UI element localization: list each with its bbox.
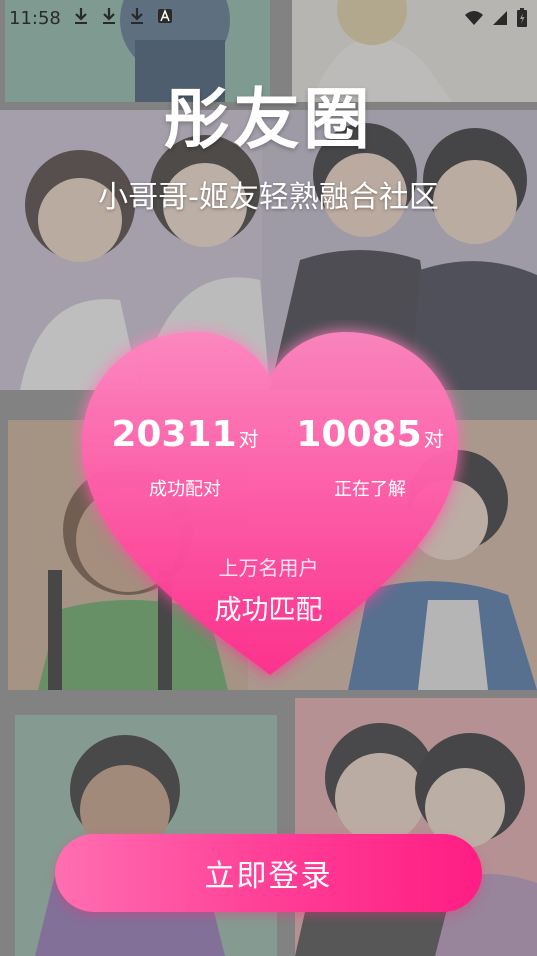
users-success-text: 成功匹配 — [214, 595, 323, 626]
stat-getting-to-know: 10085 对 正在了解 — [290, 414, 450, 501]
stat-matched-value: 20311 — [111, 414, 237, 455]
stat-getting-to-know-unit: 对 — [423, 427, 444, 451]
status-bar: 11:58 — [0, 0, 537, 36]
signal-icon — [492, 10, 508, 31]
wifi-icon — [464, 10, 484, 31]
download-icon — [101, 7, 117, 30]
stat-matched-unit: 对 — [238, 427, 259, 451]
heart-shape — [82, 332, 458, 675]
status-icons — [464, 8, 528, 33]
status-time: 11:58 — [9, 7, 61, 29]
download-icon — [73, 7, 89, 30]
login-button[interactable]: 立即登录 — [55, 834, 482, 912]
users-count-text: 上万名用户 — [218, 556, 319, 580]
app-subtitle: 小哥哥-姬友轻熟融合社区 — [98, 180, 439, 215]
stat-getting-to-know-value: 10085 — [296, 414, 422, 455]
battery-charging-icon — [516, 8, 528, 33]
a-icon — [157, 8, 173, 29]
heart-stats-card — [70, 320, 470, 690]
app-title: 彤友圈 — [163, 81, 374, 158]
stat-matched-label: 成功配对 — [149, 479, 221, 500]
stat-matched: 20311 对 成功配对 — [105, 414, 265, 501]
stat-getting-to-know-label: 正在了解 — [334, 479, 406, 500]
download-icon — [129, 7, 145, 30]
